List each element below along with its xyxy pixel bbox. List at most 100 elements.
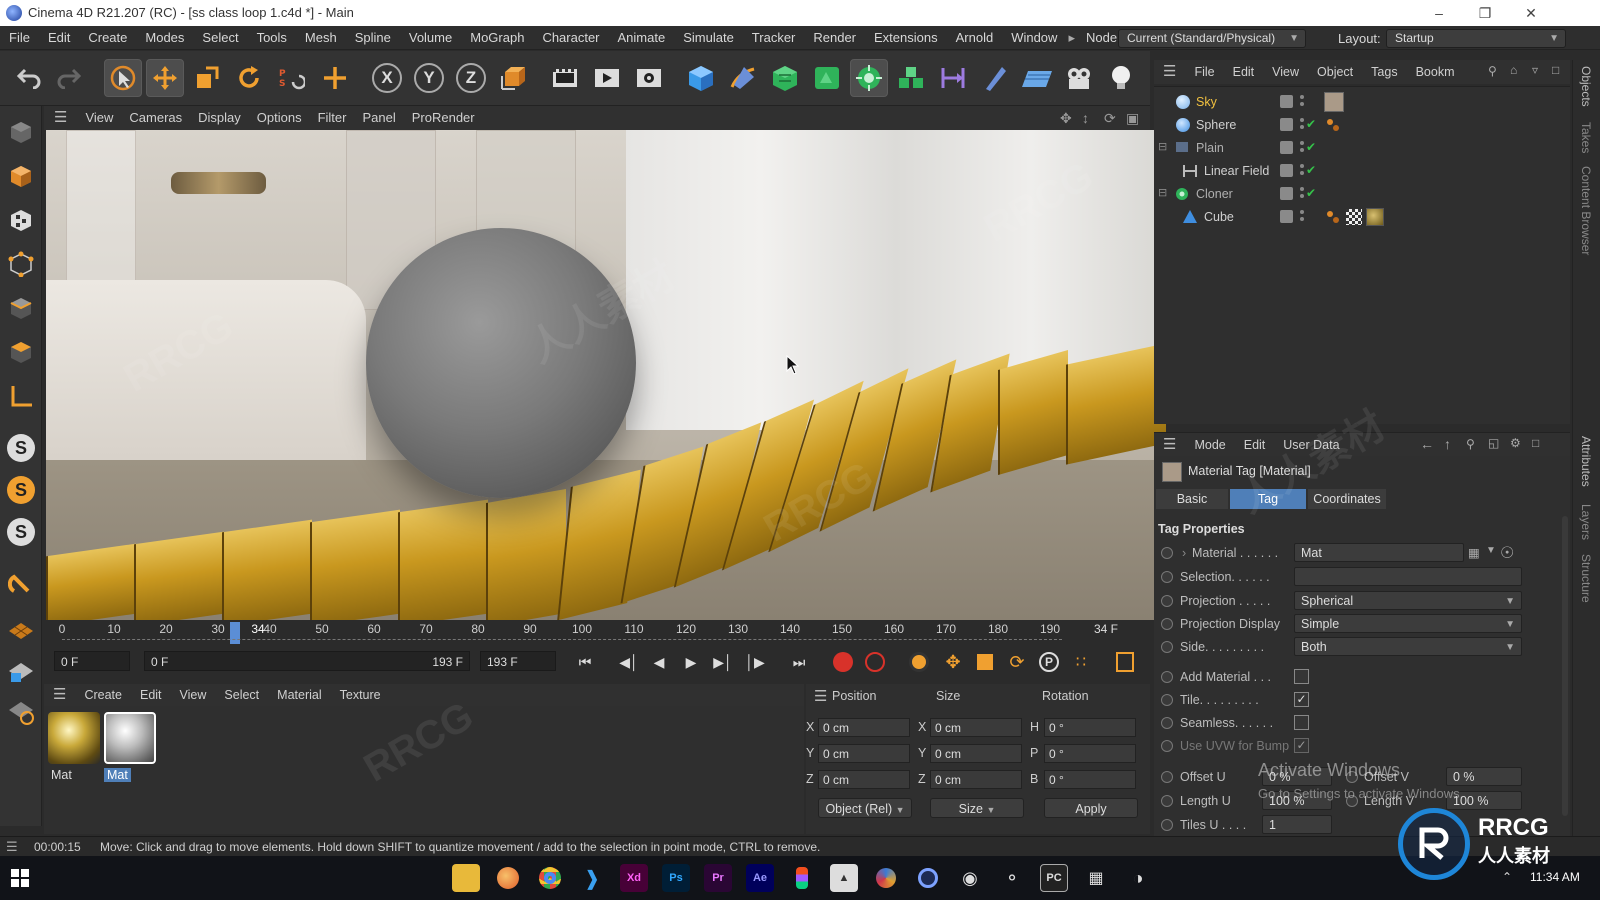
mat-menu-material[interactable]: Material bbox=[268, 684, 330, 706]
cube-primitive-icon[interactable] bbox=[682, 59, 720, 97]
selection-field[interactable] bbox=[1294, 567, 1522, 586]
extrude-generator-icon[interactable] bbox=[808, 59, 846, 97]
editor-visibility-toggle[interactable] bbox=[1280, 187, 1293, 200]
use-uvw-checkbox[interactable]: ✓ bbox=[1294, 738, 1309, 753]
rotation-h-field[interactable]: 0 ° bbox=[1044, 718, 1136, 737]
side-tab-takes[interactable]: Takes bbox=[1579, 122, 1593, 153]
position-z-field[interactable]: 0 cm bbox=[818, 770, 910, 789]
lock-workplane-icon[interactable] bbox=[3, 654, 39, 690]
workplane-icon[interactable] bbox=[3, 378, 39, 414]
chevron-down-icon[interactable]: ▼ bbox=[1486, 545, 1496, 556]
x-axis-lock-button[interactable]: X bbox=[368, 59, 406, 97]
object-row-linear-field[interactable]: Linear Field ✔ bbox=[1154, 160, 1570, 182]
am-menu-user-data[interactable]: User Data bbox=[1274, 433, 1348, 457]
viewport-menu-prorender[interactable]: ProRender bbox=[404, 106, 483, 130]
search-icon[interactable]: ⚲ bbox=[1488, 64, 1497, 78]
add-object-icon[interactable] bbox=[316, 59, 354, 97]
close-button[interactable]: ✕ bbox=[1508, 0, 1554, 26]
render-settings-icon[interactable] bbox=[630, 59, 668, 97]
maximize-button[interactable]: ❐ bbox=[1462, 0, 1508, 26]
scale-tool-icon[interactable] bbox=[188, 59, 226, 97]
obs-icon[interactable]: ◑ bbox=[1124, 864, 1152, 892]
go-to-start-icon[interactable]: ⏮ bbox=[572, 651, 598, 673]
side-tab-structure[interactable]: Structure bbox=[1579, 554, 1593, 603]
collapse-toggle-icon[interactable]: ⊟ bbox=[1158, 186, 1167, 199]
viewport-menu-options[interactable]: Options bbox=[249, 106, 310, 130]
viewport-menu-display[interactable]: Display bbox=[190, 106, 249, 130]
material-link-field[interactable]: Mat bbox=[1294, 543, 1464, 562]
am-menu-mode[interactable]: Mode bbox=[1185, 433, 1234, 457]
adobe-xd-icon[interactable]: Xd bbox=[620, 864, 648, 892]
mograph-cloner-icon[interactable] bbox=[850, 59, 888, 97]
render-view-icon[interactable] bbox=[546, 59, 584, 97]
menu-window[interactable]: Window bbox=[1002, 26, 1066, 50]
edges-mode-icon[interactable] bbox=[3, 290, 39, 326]
material-thumbnail-selected[interactable] bbox=[104, 712, 156, 764]
tab-coordinates[interactable]: Coordinates bbox=[1308, 489, 1386, 509]
visibility-dots[interactable] bbox=[1300, 117, 1304, 131]
coordinate-system-icon[interactable] bbox=[494, 59, 532, 97]
animate-radio[interactable] bbox=[1161, 795, 1173, 807]
tile-checkbox[interactable]: ✓ bbox=[1294, 692, 1309, 707]
tab-tag[interactable]: Tag bbox=[1230, 489, 1306, 509]
expand-arrow-icon[interactable]: › bbox=[1182, 546, 1186, 560]
am-menu-edit[interactable]: Edit bbox=[1235, 433, 1275, 457]
blender-icon[interactable]: ⚬ bbox=[998, 864, 1026, 892]
record-active-objects-icon[interactable] bbox=[830, 651, 856, 673]
animate-radio[interactable] bbox=[1161, 694, 1173, 706]
side-tab-attributes[interactable]: Attributes bbox=[1579, 436, 1593, 487]
playhead-marker[interactable] bbox=[230, 622, 240, 644]
editor-visibility-toggle[interactable] bbox=[1280, 95, 1293, 108]
polygons-mode-icon[interactable] bbox=[3, 334, 39, 370]
autokeying-icon[interactable] bbox=[862, 651, 888, 673]
enabled-check-icon[interactable]: ✔ bbox=[1306, 163, 1316, 177]
animate-radio[interactable] bbox=[1161, 819, 1173, 831]
menu-mesh[interactable]: Mesh bbox=[296, 26, 346, 50]
camera-icon[interactable] bbox=[1060, 59, 1098, 97]
photoshop-icon[interactable]: Ps bbox=[662, 864, 690, 892]
cinema4d-taskbar-icon[interactable] bbox=[914, 864, 942, 892]
hamburger-menu-icon[interactable]: ☰ bbox=[814, 687, 827, 705]
magnet-icon[interactable] bbox=[3, 566, 39, 602]
om-menu-tags[interactable]: Tags bbox=[1362, 60, 1406, 84]
pycharm-icon[interactable]: PC bbox=[1040, 864, 1068, 892]
floor-environment-icon[interactable] bbox=[1018, 59, 1056, 97]
back-arrow-icon[interactable]: ← bbox=[1420, 436, 1434, 452]
viewport-menu-cameras[interactable]: Cameras bbox=[121, 106, 190, 130]
system-tray-chevron-icon[interactable]: ⌃ bbox=[1502, 870, 1512, 884]
menu-animate[interactable]: Animate bbox=[609, 26, 675, 50]
menu-create[interactable]: Create bbox=[79, 26, 136, 50]
menu-more-arrow-icon[interactable]: ▸ bbox=[1066, 26, 1077, 50]
key-scale-icon[interactable] bbox=[972, 651, 998, 673]
previous-key-icon[interactable]: ◀│ bbox=[616, 651, 642, 673]
menu-simulate[interactable]: Simulate bbox=[674, 26, 743, 50]
collapse-toggle-icon[interactable]: ⊟ bbox=[1158, 140, 1167, 153]
quantize-icon[interactable]: S bbox=[3, 472, 39, 508]
size-y-field[interactable]: 0 cm bbox=[930, 744, 1022, 763]
size-mode-dropdown[interactable]: Size ▼ bbox=[930, 798, 1024, 818]
visibility-dots[interactable] bbox=[1300, 209, 1304, 223]
hamburger-menu-icon[interactable]: ☰ bbox=[44, 684, 75, 706]
side-tab-layers[interactable]: Layers bbox=[1579, 504, 1593, 540]
animate-radio[interactable] bbox=[1161, 641, 1173, 653]
next-key-icon[interactable]: │▶ bbox=[742, 651, 768, 673]
editor-visibility-toggle[interactable] bbox=[1280, 118, 1293, 131]
menu-file[interactable]: File bbox=[0, 26, 39, 50]
pick-target-icon[interactable]: ☉ bbox=[1500, 543, 1514, 563]
object-row-sphere[interactable]: Sphere ✔ bbox=[1154, 114, 1570, 136]
visibility-dots[interactable] bbox=[1300, 163, 1304, 177]
deformer-icon[interactable] bbox=[892, 59, 930, 97]
key-position-icon[interactable]: ✥ bbox=[940, 651, 966, 673]
checker-texture-tag-icon[interactable] bbox=[1346, 209, 1362, 225]
viewport-rotate-icon[interactable]: ⟳ bbox=[1104, 110, 1116, 127]
position-y-field[interactable]: 0 cm bbox=[818, 744, 910, 763]
chrome-icon[interactable] bbox=[536, 864, 564, 892]
animate-radio[interactable] bbox=[1161, 740, 1173, 752]
mat-menu-select[interactable]: Select bbox=[215, 684, 268, 706]
after-effects-icon[interactable]: Ae bbox=[746, 864, 774, 892]
side-dropdown[interactable]: Both ▼ bbox=[1294, 637, 1522, 656]
add-material-checkbox[interactable] bbox=[1294, 669, 1309, 684]
timeline-ruler[interactable]: 0 10 20 30 34 40 50 60 70 80 90 100 110 … bbox=[44, 622, 1150, 648]
menu-render[interactable]: Render bbox=[804, 26, 865, 50]
start-frame-field[interactable]: 0 F bbox=[54, 651, 130, 671]
